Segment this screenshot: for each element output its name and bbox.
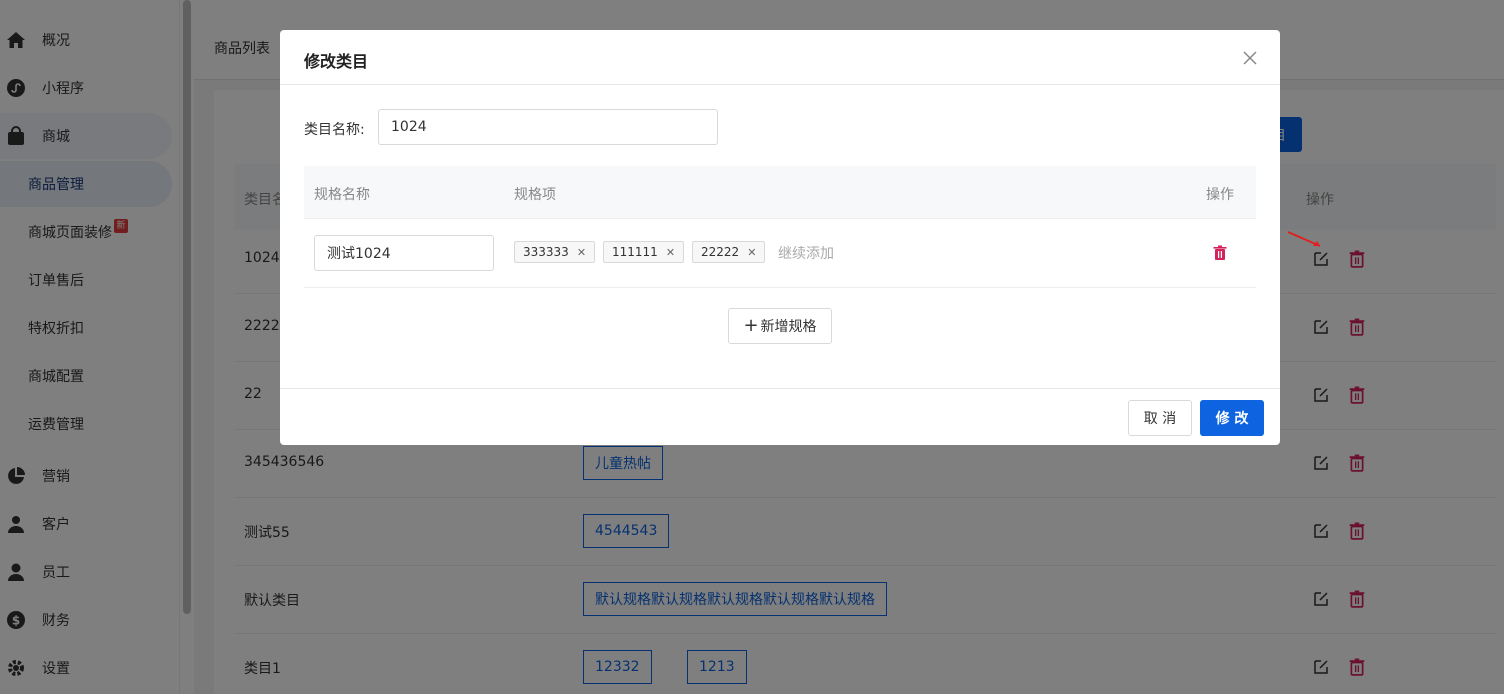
arrow-annotation-icon xyxy=(1287,231,1321,247)
tag-close-icon[interactable]: ✕ xyxy=(577,246,586,259)
dialog-footer: 取 消 修 改 xyxy=(280,388,1280,445)
category-name-label: 类目名称: xyxy=(304,122,365,138)
spec-item-label: 111111 xyxy=(612,245,658,259)
close-icon[interactable] xyxy=(1242,50,1258,66)
edit-category-dialog: 修改类目 类目名称: 1024 规格名称 规格项 操作 测试1024 33333… xyxy=(280,30,1280,445)
spec-item-tag: 111111 ✕ xyxy=(603,241,685,263)
dialog-header: 修改类目 xyxy=(280,30,1280,85)
add-spec-button[interactable]: + 新增规格 xyxy=(728,308,832,344)
spec-col-name: 规格名称 xyxy=(314,187,370,203)
tag-close-icon[interactable]: ✕ xyxy=(666,246,675,259)
cancel-button[interactable]: 取 消 xyxy=(1128,400,1192,436)
add-spec-label: 新增规格 xyxy=(760,319,817,335)
spec-table-header: 规格名称 规格项 操作 xyxy=(304,166,1256,219)
delete-icon[interactable] xyxy=(1212,245,1228,261)
spec-item-label: 333333 xyxy=(523,245,569,259)
spec-row: 测试1024 333333 ✕ 111111 ✕ 22222 ✕ 继续添加 xyxy=(304,219,1256,288)
spec-col-op: 操作 xyxy=(1206,187,1234,203)
spec-col-items: 规格项 xyxy=(514,187,556,203)
spec-item-tag: 333333 ✕ xyxy=(514,241,596,263)
plus-icon: + xyxy=(743,315,759,336)
spec-item-tag: 22222 ✕ xyxy=(692,241,766,263)
add-spec-item-input[interactable]: 继续添加 xyxy=(778,243,834,263)
confirm-button[interactable]: 修 改 xyxy=(1200,400,1264,436)
spec-item-label: 22222 xyxy=(701,245,740,259)
dialog-title: 修改类目 xyxy=(304,52,369,71)
tag-close-icon[interactable]: ✕ xyxy=(747,246,756,259)
category-name-input[interactable]: 1024 xyxy=(378,109,718,145)
spec-name-input[interactable]: 测试1024 xyxy=(314,235,494,271)
